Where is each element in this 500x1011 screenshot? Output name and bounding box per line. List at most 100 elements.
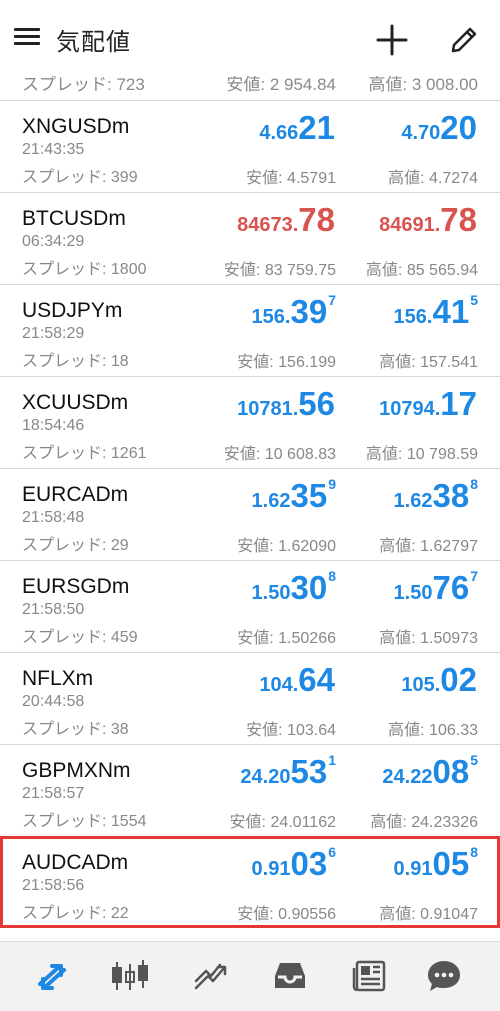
bid-price: 156.397 <box>251 293 336 328</box>
spread-value: スプレッド: 18 <box>22 353 129 370</box>
add-symbol-icon[interactable] <box>372 20 412 60</box>
quote-row[interactable]: NFLXm 20:44:58 スプレッド: 38 安値: 103.64 高値: 106.… <box>0 652 500 744</box>
quote-row[interactable]: AUDCADm 21:58:56 スプレッド: 22 安値: 0.90556 高値: 0… <box>0 836 500 928</box>
bid-price-small: 84673. <box>237 214 299 236</box>
bid-price-small: 0.91 <box>251 858 291 880</box>
ask-price-sup: 8 <box>470 844 478 860</box>
trade-tab[interactable] <box>188 954 232 998</box>
quote-time: 21:58:29 <box>22 325 85 342</box>
bid-price-small: 24.20 <box>240 766 291 788</box>
ask-price-big: 20 <box>440 109 477 146</box>
quotes-tab[interactable] <box>30 954 74 998</box>
spread-value: スプレッド: 1554 <box>22 813 147 830</box>
ask-price: 105.02 <box>401 663 478 696</box>
quote-list: XNGUSDm 21:43:35 スプレッド: 399 安値: 4.5791 高値: 4… <box>0 100 500 928</box>
high-price: 高値: 157.541 <box>379 354 478 371</box>
news-tab[interactable] <box>348 954 392 998</box>
ask-price: 10794.17 <box>379 387 478 420</box>
ask-price-big: 76 <box>432 569 470 606</box>
edit-pencil-icon[interactable] <box>444 20 484 60</box>
spread-value: スプレッド: 29 <box>22 537 129 554</box>
ask-price-sup: 5 <box>470 752 478 768</box>
ask-price-sup: 7 <box>470 568 478 584</box>
quote-time: 21:43:35 <box>22 141 85 158</box>
symbol-name: EURSGDm <box>22 575 130 598</box>
spread-value: スプレッド: 1800 <box>22 261 147 278</box>
quote-row[interactable]: XCUUSDm 18:54:46 スプレッド: 1261 安値: 10 608.83 高… <box>0 376 500 468</box>
symbol-name: GBPMXNm <box>22 759 131 782</box>
spread-value: スプレッド: 22 <box>22 905 129 922</box>
ask-price: 1.62388 <box>393 476 478 512</box>
bid-price-small: 1.50 <box>251 582 291 604</box>
trade-trend-icon <box>188 963 232 1002</box>
low-price: 安値: 24.01162 <box>229 814 336 831</box>
bid-price-big: 56 <box>298 385 335 422</box>
quote-time: 21:58:56 <box>22 877 85 894</box>
bid-price-small: 4.66 <box>259 122 299 144</box>
ask-price-big: 17 <box>440 385 477 422</box>
quote-row[interactable]: USDJPYm 21:58:29 スプレッド: 18 安値: 156.199 高値: 1… <box>0 284 500 376</box>
newspaper-icon <box>348 960 392 1002</box>
bid-price: 0.91036 <box>251 845 336 882</box>
quote-time: 06:34:29 <box>22 233 85 250</box>
ask-price-big: 05 <box>432 845 470 882</box>
high-price: 高値: 106.33 <box>388 722 478 739</box>
quote-row[interactable]: BTCUSDm 06:34:29 スプレッド: 1800 安値: 83 759.75 高… <box>0 192 500 284</box>
quote-row[interactable]: XNGUSDm 21:43:35 スプレッド: 399 安値: 4.5791 高値: 4… <box>0 100 500 192</box>
bid-price-big: 35 <box>290 477 328 514</box>
low-price: 安値: 0.90556 <box>237 906 336 923</box>
bid-price-small: 156. <box>251 306 291 328</box>
quote-time: 18:54:46 <box>22 417 85 434</box>
ask-price-big: 41 <box>432 293 470 330</box>
low-price: 安値: 10 608.83 <box>223 446 336 463</box>
quote-time: 21:58:50 <box>22 601 85 618</box>
bid-price-big: 78 <box>298 201 335 238</box>
ask-price-small: 105. <box>401 674 441 696</box>
quote-time: 20:44:58 <box>22 693 85 710</box>
bid-price-small: 104. <box>259 674 299 696</box>
bid-price-big: 03 <box>290 845 328 882</box>
ask-price-small: 24.22 <box>382 766 433 788</box>
quote-row[interactable]: EURSGDm 21:58:50 スプレッド: 459 安値: 1.50266 高値: … <box>0 560 500 652</box>
ask-price-small: 1.50 <box>393 582 433 604</box>
symbol-name: BTCUSDm <box>22 207 126 230</box>
ask-price-small: 0.91 <box>393 858 433 880</box>
bid-price-big: 30 <box>290 569 328 606</box>
ask-price-small: 84691. <box>379 214 441 236</box>
bid-price-small: 1.62 <box>251 490 291 512</box>
symbol-name: NFLXm <box>22 667 94 690</box>
low-price: 安値: 83 759.75 <box>223 262 336 279</box>
bid-price-big: 21 <box>298 109 335 146</box>
spread-value: スプレッド: 459 <box>22 629 138 646</box>
bid-price-big: 64 <box>298 661 335 698</box>
ask-price-small: 10794. <box>379 398 441 420</box>
high-price: 高値: 10 798.59 <box>365 446 478 463</box>
quote-row[interactable]: EURCADm 21:58:48 スプレッド: 29 安値: 1.62090 高値: 1… <box>0 468 500 560</box>
quote-row[interactable]: GBPMXNm 21:58:57 スプレッド: 1554 安値: 24.01162 高値… <box>0 744 500 836</box>
history-tab[interactable] <box>268 954 312 998</box>
candlestick-icon <box>108 960 152 1002</box>
menu-icon[interactable] <box>14 26 40 48</box>
ask-price-sup: 8 <box>470 476 478 492</box>
bottom-navigation <box>0 941 500 1011</box>
ask-price-small: 156. <box>393 306 433 328</box>
bid-price: 24.20531 <box>240 753 336 788</box>
low-price: 安値: 103.64 <box>246 722 336 739</box>
ask-price-small: 1.62 <box>393 490 433 512</box>
symbol-name: EURCADm <box>22 483 129 506</box>
chat-bubble-icon <box>422 961 466 1002</box>
symbol-name: AUDCADm <box>22 851 129 874</box>
bid-price: 10781.56 <box>237 387 336 420</box>
app-bar: 気配値 <box>0 0 500 76</box>
high-price: 高値: 24.23326 <box>370 814 478 831</box>
bid-price-small: 10781. <box>237 398 299 420</box>
ask-price: 156.415 <box>393 292 478 330</box>
ask-price-sup: 5 <box>470 292 478 308</box>
symbol-name: USDJPYm <box>22 299 123 322</box>
chart-tab[interactable] <box>108 954 152 998</box>
quote-time: 21:58:57 <box>22 785 85 802</box>
bid-price-sup: 8 <box>328 568 336 584</box>
symbol-name: XCUUSDm <box>22 391 129 414</box>
chat-tab[interactable] <box>422 954 466 998</box>
bid-price: 104.64 <box>259 663 336 696</box>
